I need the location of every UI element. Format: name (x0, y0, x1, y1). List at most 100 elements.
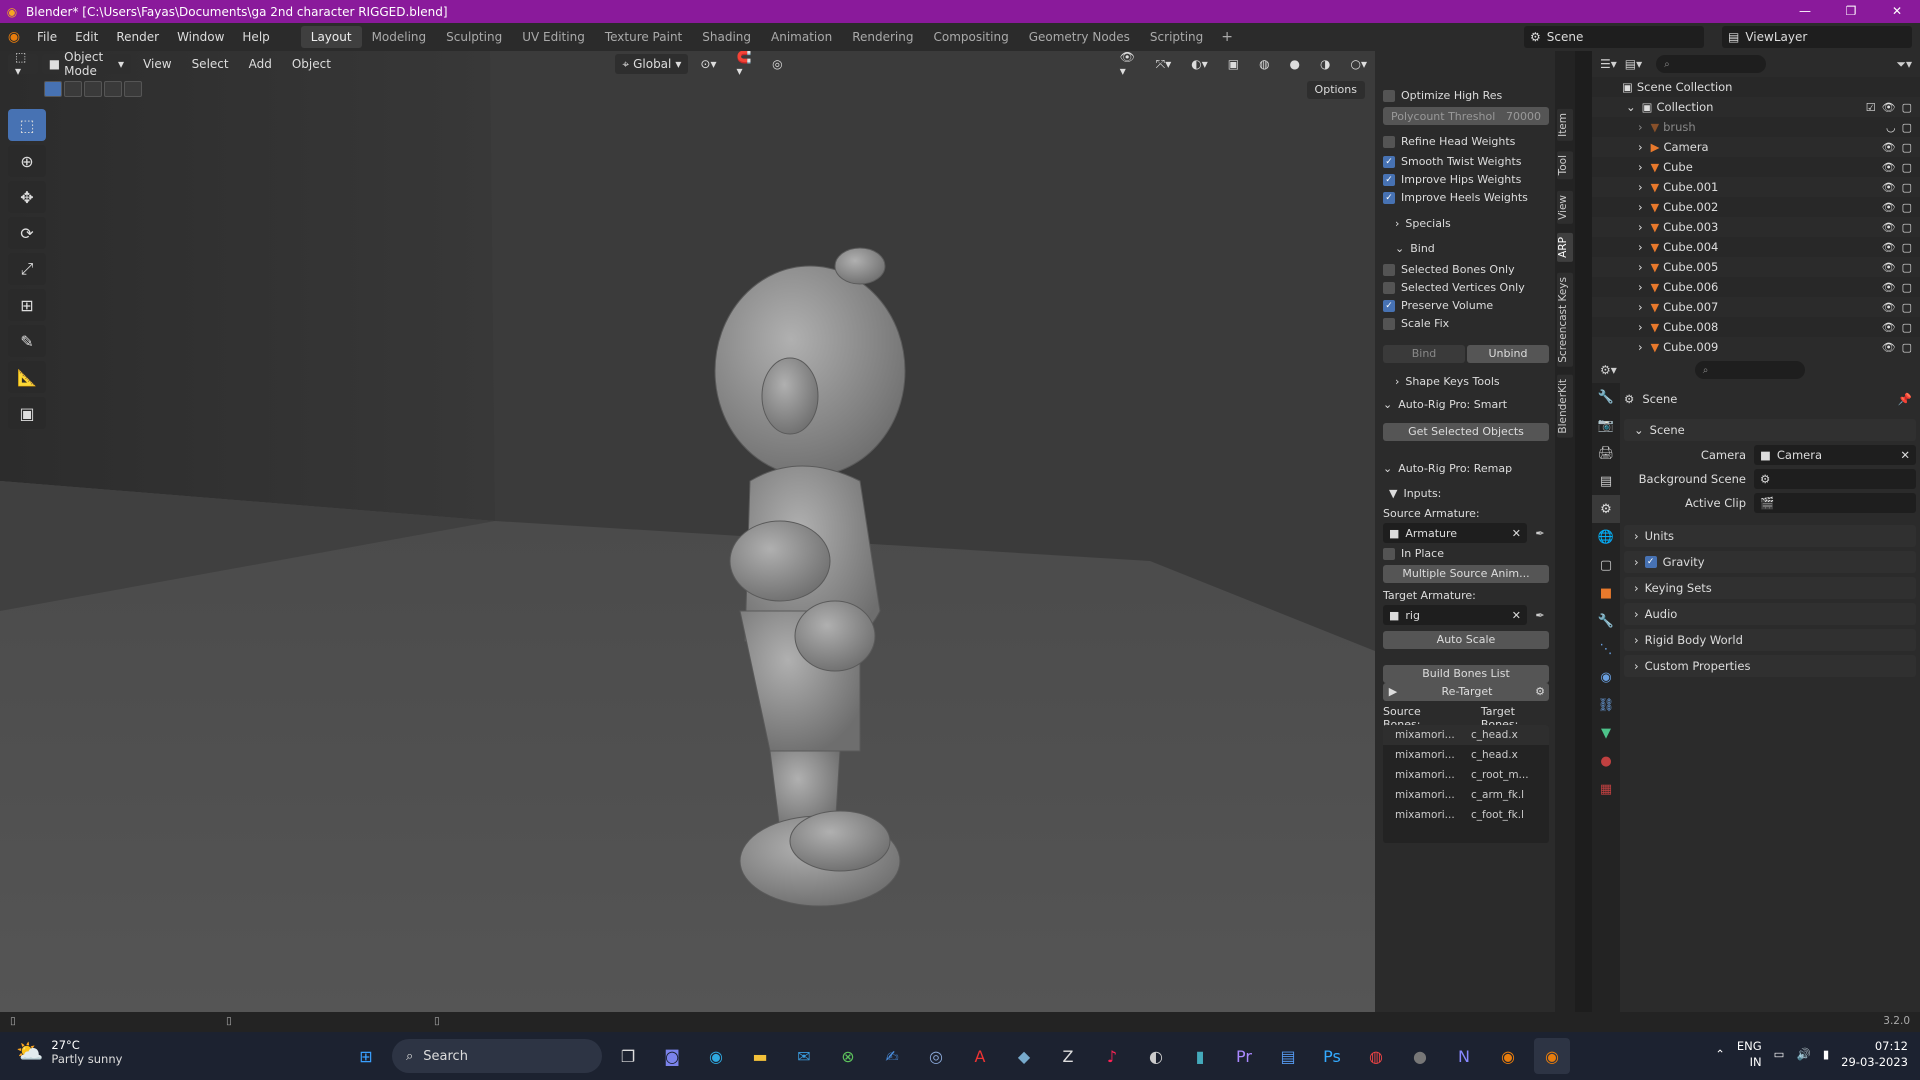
outliner-item-cube-008[interactable]: › ▼ Cube.008 👁 ▢ (1592, 317, 1920, 337)
tool-properties-icon[interactable]: 🔧 (1592, 383, 1620, 411)
eyedropper-icon[interactable]: ✒ (1531, 605, 1549, 625)
language-indicator[interactable]: ENG IN (1737, 1038, 1762, 1070)
chrome-icon[interactable]: ◍ (1358, 1038, 1394, 1074)
task-view-icon[interactable]: ❐ (610, 1038, 646, 1074)
minimize-button[interactable]: — (1782, 0, 1828, 23)
scene-properties-icon[interactable]: ⚙ (1592, 495, 1620, 523)
select-menu[interactable]: Select (184, 54, 237, 74)
notepad-icon[interactable]: ▤ (1270, 1038, 1306, 1074)
drawing-app-icon[interactable]: ✍ (874, 1038, 910, 1074)
eye-icon[interactable]: 👁 (1882, 241, 1896, 254)
app-icon[interactable]: ● (1402, 1038, 1438, 1074)
modifier-properties-icon[interactable]: 🔧 (1592, 607, 1620, 635)
restore-button[interactable]: ❐ (1828, 0, 1874, 23)
gravity-panel-header[interactable]: › ✓ Gravity (1624, 551, 1916, 573)
eye-icon[interactable]: 👁 (1882, 101, 1896, 114)
overlay-icon[interactable]: ◐▾ (1183, 54, 1216, 74)
clock[interactable]: 07:12 29-03-2023 (1841, 1038, 1908, 1070)
select-intersect-icon[interactable] (124, 81, 142, 97)
outliner-item-cube-003[interactable]: › ▼ Cube.003 👁 ▢ (1592, 217, 1920, 237)
inputs-section[interactable]: ▼ Inputs: (1389, 483, 1555, 503)
blender-active-taskbar-icon[interactable]: ◉ (1534, 1038, 1570, 1074)
collection-properties-icon[interactable]: ▢ (1592, 551, 1620, 579)
view-layer-properties-icon[interactable]: ▤ (1592, 467, 1620, 495)
visibility-icon[interactable]: 👁▾ (1112, 51, 1144, 78)
camera-render-icon[interactable]: ▢ (1902, 181, 1912, 194)
file-explorer-icon[interactable]: ▬ (742, 1038, 778, 1074)
camera-render-icon[interactable]: ▢ (1902, 161, 1912, 174)
particles-properties-icon[interactable]: ⋱ (1592, 635, 1620, 663)
workspace-tab-shading[interactable]: Shading (692, 26, 761, 48)
pin-icon[interactable]: 📌 (1898, 392, 1912, 406)
multiple-source-anim-button[interactable]: Multiple Source Anim... (1383, 565, 1549, 583)
outliner-item-cube-007[interactable]: › ▼ Cube.007 👁 ▢ (1592, 297, 1920, 317)
scale-fix-checkbox[interactable]: Scale Fix (1383, 317, 1449, 330)
camera-render-icon[interactable]: ▢ (1902, 201, 1912, 214)
clear-icon[interactable]: ✕ (1512, 527, 1521, 540)
transform-orientation[interactable]: ⌖ Global ▾ (615, 54, 689, 74)
list-item[interactable]: mixamori... c_root_m... (1383, 765, 1549, 785)
tab-view[interactable]: View (1557, 191, 1573, 224)
auto-scale-button[interactable]: Auto Scale (1383, 631, 1549, 649)
volume-icon[interactable]: 🔊 (1796, 1047, 1810, 1061)
snap-icon[interactable]: 🧲▾ (728, 51, 760, 78)
audio-panel-header[interactable]: › Audio (1624, 603, 1916, 625)
workspace-tab-geometry-nodes[interactable]: Geometry Nodes (1019, 26, 1140, 48)
eye-icon[interactable]: 👁 (1882, 281, 1896, 294)
eye-icon[interactable]: 👁 (1882, 221, 1896, 234)
unbind-button[interactable]: Unbind (1467, 345, 1549, 363)
filter-icon[interactable]: ⏷▾ (1896, 57, 1912, 72)
camera-field[interactable]: ■ Camera ✕ (1754, 445, 1916, 465)
camera-render-icon[interactable]: ▢ (1902, 321, 1912, 334)
object-menu[interactable]: Object (284, 54, 339, 74)
premiere-pro-icon[interactable]: Pr (1226, 1038, 1262, 1074)
edge-browser-icon[interactable]: ◉ (698, 1038, 734, 1074)
xbox-icon[interactable]: ⊗ (830, 1038, 866, 1074)
tab-tool[interactable]: Tool (1557, 151, 1573, 180)
outliner-item-cube-002[interactable]: › ▼ Cube.002 👁 ▢ (1592, 197, 1920, 217)
mail-icon[interactable]: ✉ (786, 1038, 822, 1074)
bind-subpanel[interactable]: ⌄ Bind (1395, 238, 1555, 258)
menu-help[interactable]: Help (233, 23, 278, 51)
settings-icon[interactable]: ⚙ (1531, 683, 1549, 701)
outliner-item-cube-005[interactable]: › ▼ Cube.005 👁 ▢ (1592, 257, 1920, 277)
tab-arp[interactable]: ARP (1557, 233, 1573, 262)
proportional-edit-icon[interactable]: ◎ (764, 54, 790, 74)
clear-icon[interactable]: ✕ (1900, 448, 1910, 462)
teams-chat-icon[interactable]: ◙ (654, 1038, 690, 1074)
eye-icon[interactable]: 👁 (1882, 301, 1896, 314)
workspace-tab-animation[interactable]: Animation (761, 26, 842, 48)
bind-button[interactable]: Bind (1383, 345, 1465, 363)
rotate-icon[interactable]: ⟳ (8, 217, 46, 249)
build-bones-list-button[interactable]: Build Bones List (1383, 665, 1549, 683)
shading-solid-icon[interactable]: ● (1282, 54, 1308, 74)
data-properties-icon[interactable]: ▼ (1592, 719, 1620, 747)
background-scene-field[interactable]: ⚙ (1754, 469, 1916, 489)
workspace-tab-compositing[interactable]: Compositing (923, 26, 1018, 48)
menu-window[interactable]: Window (168, 23, 233, 51)
workspace-tab-modeling[interactable]: Modeling (362, 26, 437, 48)
camera-render-icon[interactable]: ▢ (1902, 301, 1912, 314)
camera-render-icon[interactable]: ▢ (1902, 341, 1912, 354)
eyedropper-icon[interactable]: ✒ (1531, 523, 1549, 543)
list-item[interactable]: mixamori... c_arm_fk.l (1383, 785, 1549, 805)
editor-type-icon[interactable]: ⚙▾ (1600, 363, 1617, 377)
app-icon[interactable]: ▮ (1182, 1038, 1218, 1074)
shape-keys-tools-subpanel[interactable]: › Shape Keys Tools (1395, 371, 1555, 391)
menu-render[interactable]: Render (107, 23, 168, 51)
properties-search-input[interactable]: ⌕ (1694, 361, 1805, 379)
camera-render-icon[interactable]: ▢ (1902, 281, 1912, 294)
source-armature-field[interactable]: ■ Armature ✕ ✒ (1383, 523, 1549, 543)
camera-render-icon[interactable]: ▢ (1902, 241, 1912, 254)
eye-icon[interactable]: 👁 (1882, 141, 1896, 154)
close-window-button[interactable]: ✕ (1874, 0, 1920, 23)
units-panel-header[interactable]: › Units (1624, 525, 1916, 547)
mode-selector[interactable]: ■ Object Mode ▾ (41, 51, 132, 78)
selected-vertices-only-checkbox[interactable]: Selected Vertices Only (1383, 281, 1525, 294)
workspace-tab-layout[interactable]: Layout (300, 26, 362, 48)
eye-icon[interactable]: 👁 (1882, 161, 1896, 174)
list-item[interactable]: mixamori... c_head.x (1383, 725, 1549, 745)
cursor-icon[interactable]: ⊕ (8, 145, 46, 177)
outliner-item-camera[interactable]: › ▶ Camera 👁 ▢ (1592, 137, 1920, 157)
shading-material-icon[interactable]: ◑ (1312, 54, 1338, 74)
